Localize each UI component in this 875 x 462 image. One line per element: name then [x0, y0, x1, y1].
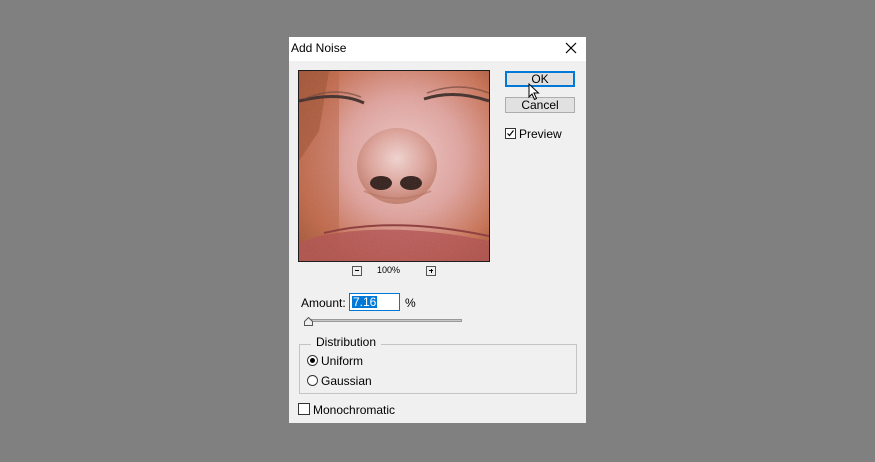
mouse-pointer-icon — [528, 83, 540, 101]
checkmark-icon — [507, 130, 514, 137]
amount-slider-thumb[interactable] — [304, 317, 314, 326]
amount-input[interactable]: 7.16 — [349, 293, 400, 311]
uniform-label: Uniform — [321, 354, 364, 368]
amount-slider-track[interactable] — [306, 319, 462, 322]
zoom-out-icon[interactable] — [352, 266, 362, 276]
preview-image[interactable] — [298, 70, 490, 262]
monochromatic-label: Monochromatic — [313, 403, 396, 417]
amount-unit: % — [405, 296, 416, 310]
distribution-legend: Distribution — [311, 335, 382, 349]
zoom-in-icon[interactable] — [426, 266, 436, 276]
preview-label: Preview — [519, 127, 562, 141]
gaussian-radio[interactable] — [307, 375, 318, 386]
gaussian-label: Gaussian — [321, 374, 372, 388]
zoom-level: 100% — [377, 265, 401, 275]
cancel-button[interactable]: Cancel — [505, 97, 575, 113]
amount-value: 7.16 — [352, 295, 378, 309]
close-icon — [565, 42, 577, 54]
zoom-controls: 100% — [349, 265, 439, 280]
uniform-radio[interactable] — [307, 355, 318, 366]
dialog-title: Add Noise — [291, 41, 347, 55]
title-bar: Add Noise — [289, 37, 586, 61]
ok-button[interactable]: OK — [505, 71, 575, 87]
monochromatic-checkbox[interactable] — [298, 403, 310, 415]
amount-label: Amount: — [301, 296, 346, 310]
face-preview-image — [299, 71, 489, 261]
add-noise-dialog: Add Noise 100% OK Cancel Preview Amount:… — [289, 37, 586, 423]
preview-checkbox[interactable] — [505, 128, 516, 139]
close-button[interactable] — [564, 41, 578, 55]
